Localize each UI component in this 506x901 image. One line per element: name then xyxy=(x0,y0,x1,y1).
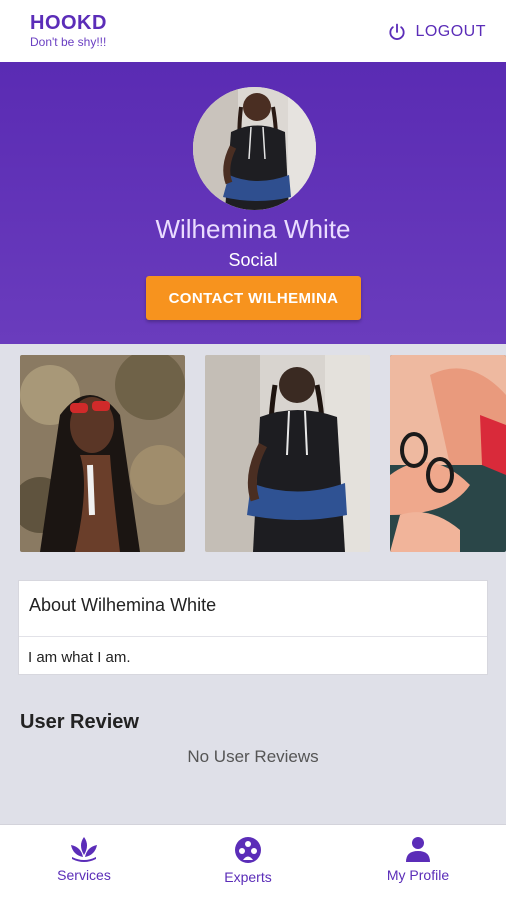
logout-button[interactable]: LOGOUT xyxy=(387,20,486,44)
review-heading: User Review xyxy=(20,711,139,733)
gallery-photo[interactable] xyxy=(205,355,370,552)
nav-item-experts[interactable]: Experts xyxy=(188,835,308,885)
logout-label: LOGOUT xyxy=(415,23,486,40)
nav-label-my-profile: My Profile xyxy=(386,867,450,883)
photo-gallery[interactable] xyxy=(0,355,506,552)
profile-name: Wilhemina White xyxy=(155,214,351,244)
about-title: About Wilhemina White xyxy=(29,595,217,615)
nav-item-my-profile[interactable]: My Profile xyxy=(358,835,478,883)
app-title: HOOKD xyxy=(30,12,107,34)
profile-category: Social xyxy=(228,250,278,270)
review-empty-text: No User Reviews xyxy=(187,747,319,766)
about-card: About Wilhemina White I am what I am. xyxy=(18,580,488,675)
lotus-icon xyxy=(71,837,97,862)
app-tagline: Don't be shy!!! xyxy=(30,35,107,49)
avatar-photo xyxy=(193,87,316,210)
contact-button[interactable]: CONTACT WILHEMINA xyxy=(146,276,361,320)
group-icon xyxy=(235,837,261,863)
gallery-photo[interactable] xyxy=(20,355,185,552)
brand: HOOKD Don't be shy!!! xyxy=(30,12,107,49)
nav-label-services: Services xyxy=(57,867,111,883)
nav-label-experts: Experts xyxy=(224,869,272,885)
gallery-photo[interactable] xyxy=(390,355,506,552)
nav-item-services[interactable]: Services xyxy=(24,835,144,883)
power-icon xyxy=(389,23,406,40)
profile-hero: Wilhemina White Social CONTACT WILHEMINA xyxy=(0,62,506,344)
bottom-nav: Services Experts My Profile xyxy=(0,824,506,901)
avatar[interactable] xyxy=(193,87,316,210)
app-header: HOOKD Don't be shy!!! LOGOUT xyxy=(0,0,506,62)
divider xyxy=(19,636,487,637)
person-icon xyxy=(406,837,430,862)
about-text: I am what I am. xyxy=(28,649,131,666)
